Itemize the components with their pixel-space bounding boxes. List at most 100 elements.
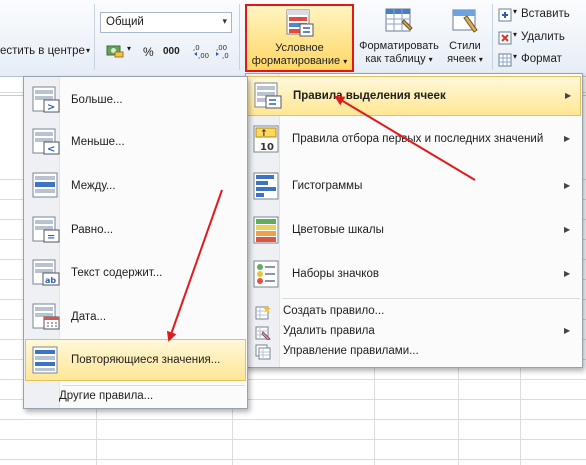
text-contains-icon: ab [31, 258, 61, 288]
menu-item-less-than[interactable]: < Меньше... [25, 122, 246, 162]
insert-cells-icon [498, 8, 512, 22]
merge-center-dropdown-icon[interactable]: ▾ [86, 46, 90, 55]
format-as-table-icon [384, 6, 414, 36]
manage-rules-icon [255, 344, 271, 360]
chevron-down-icon: ▾ [478, 55, 483, 64]
menu-item-label: Создать правило... [283, 305, 385, 317]
svg-text:,0: ,0 [193, 44, 200, 52]
svg-text:=: = [47, 232, 55, 243]
percent-style-button[interactable]: % [143, 45, 154, 59]
ribbon-separator [239, 4, 240, 70]
menu-separator [62, 385, 245, 386]
menu-item-greater-than[interactable]: > Больше... [25, 80, 246, 120]
menu-item-manage-rules[interactable]: Управление правилами... [247, 342, 581, 362]
ribbon-separator [492, 4, 493, 70]
menu-item-duplicate-values[interactable]: Повторяющиеся значения... [25, 339, 246, 381]
format-as-table-label-line1: Форматировать [359, 40, 439, 52]
submenu-arrow-icon: ▶ [564, 134, 571, 143]
menu-item-label: Удалить правила [283, 325, 375, 337]
menu-item-equal-to[interactable]: = Равно... [25, 210, 246, 250]
menu-item-label: Между... [71, 180, 116, 192]
format-label: Формат [521, 53, 562, 65]
menu-item-label: Правила выделения ячеек [293, 90, 446, 102]
menu-item-label: Больше... [71, 94, 123, 106]
menu-item-more-rules[interactable]: Другие правила... [25, 387, 246, 407]
row-line [0, 459, 586, 460]
equal-to-icon: = [31, 215, 61, 245]
menu-item-clear-rules[interactable]: Удалить правила ▶ [247, 322, 581, 342]
number-format-select[interactable]: Общий ▾ [100, 12, 232, 33]
cell-styles-label-line1: Стили [449, 40, 481, 52]
insert-label: Вставить [521, 8, 570, 20]
merge-center-label[interactable]: естить в центре [0, 45, 85, 57]
chevron-down-icon: ▾ [343, 57, 348, 66]
svg-text:↑: ↑ [260, 129, 268, 139]
menu-item-color-scales[interactable]: Цветовые шкалы ▶ [247, 211, 581, 251]
new-rule-icon [255, 304, 271, 320]
increase-decimal-icon[interactable]: ,0,00 [193, 43, 211, 59]
decrease-decimal-icon[interactable]: ,00,0 [214, 43, 234, 59]
menu-item-text-contains[interactable]: ab Текст содержит... [25, 253, 246, 293]
ribbon-separator [94, 4, 95, 70]
submenu-arrow-icon: ▶ [564, 269, 571, 278]
delete-label: Удалить [521, 31, 565, 43]
delete-button[interactable]: ▾ Удалить [498, 30, 586, 48]
menu-item-new-rule[interactable]: Создать правило... [247, 302, 581, 322]
between-icon [31, 171, 61, 201]
delete-cells-icon [498, 31, 512, 45]
chevron-down-icon: ▾ [222, 16, 227, 26]
svg-text:>: > [47, 102, 55, 113]
svg-text:,0: ,0 [222, 52, 229, 59]
menu-separator [282, 298, 580, 299]
chevron-down-icon: ▾ [513, 30, 518, 39]
chevron-down-icon: ▾ [513, 7, 518, 16]
greater-than-icon: > [31, 85, 61, 115]
svg-text:10: 10 [260, 142, 274, 153]
cell-styles-icon [450, 6, 480, 36]
svg-text:,00: ,00 [198, 52, 209, 59]
date-occurring-icon [31, 302, 61, 332]
format-as-table-button[interactable]: Форматировать как таблицу ▾ [357, 4, 441, 72]
duplicate-values-icon [31, 345, 61, 375]
format-button[interactable]: ▾ Формат [498, 52, 586, 70]
color-scales-icon [252, 215, 282, 245]
menu-item-label: Меньше... [71, 136, 125, 148]
submenu-arrow-icon: ▶ [564, 181, 571, 190]
menu-item-icon-sets[interactable]: Наборы значков ▶ [247, 255, 581, 295]
comma-style-button[interactable]: 000 [163, 46, 180, 57]
menu-item-label: Текст содержит... [71, 267, 163, 279]
menu-item-highlight-cells-rules[interactable]: Правила выделения ячеек ▶ [247, 76, 581, 116]
ribbon: естить в центре ▾ Общий ▾ ▾ % 000 ,0,00 … [0, 0, 586, 77]
menu-item-label: Управление правилами... [283, 345, 419, 357]
menu-item-data-bars[interactable]: Гистограммы ▶ [247, 167, 581, 207]
conditional-formatting-label-line2: форматирование ▾ [251, 55, 348, 67]
menu-item-date-occurring[interactable]: Дата... [25, 297, 246, 337]
chevron-down-icon: ▾ [513, 52, 518, 61]
top-bottom-rules-icon: ↑ 10 [252, 124, 282, 154]
conditional-formatting-label-line1: Условное [275, 42, 324, 54]
menu-item-label: Повторяющиеся значения... [71, 354, 221, 366]
submenu-arrow-icon: ▶ [565, 91, 572, 100]
menu-item-label: Цветовые шкалы [292, 224, 384, 236]
submenu-arrow-icon: ▶ [564, 225, 571, 234]
conditional-formatting-icon [285, 8, 315, 38]
svg-text:<: < [47, 144, 55, 155]
cell-styles-button[interactable]: Стили ячеек ▾ [442, 4, 488, 72]
insert-button[interactable]: ▾ Вставить [498, 7, 586, 25]
menu-item-label: Гистограммы [292, 180, 363, 192]
data-bars-icon [252, 171, 282, 201]
conditional-formatting-button[interactable]: Условное форматирование ▾ [245, 4, 354, 72]
menu-item-label: Дата... [71, 311, 107, 323]
menu-item-label: Правила отбора первых и последних значен… [292, 133, 544, 145]
highlight-cells-submenu: > Больше... < Меньше... Между... = Равно… [23, 76, 248, 409]
cell-styles-label-line2: ячеек ▾ [447, 53, 483, 65]
menu-item-top-bottom-rules[interactable]: ↑ 10 Правила отбора первых и последних зн… [247, 120, 581, 160]
menu-item-label: Другие правила... [59, 390, 154, 402]
highlight-cells-rules-icon [253, 81, 283, 111]
currency-format-icon[interactable] [106, 44, 124, 58]
less-than-icon: < [31, 127, 61, 157]
menu-item-between[interactable]: Между... [25, 166, 246, 206]
conditional-formatting-menu: Правила выделения ячеек ▶ ↑ 10 Правила от… [245, 73, 583, 368]
menu-item-label: Равно... [71, 224, 114, 236]
svg-text:,00: ,00 [216, 44, 227, 52]
